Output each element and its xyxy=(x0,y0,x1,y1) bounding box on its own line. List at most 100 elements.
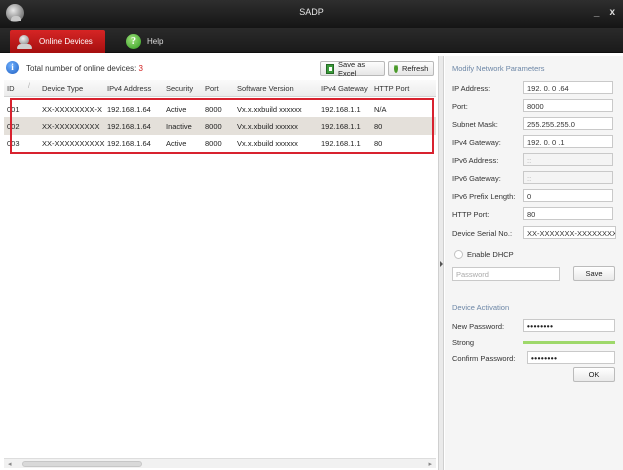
new-password-input[interactable]: •••••••• xyxy=(523,319,615,332)
panel-splitter[interactable] xyxy=(438,56,444,470)
ipv6-prefix-input[interactable]: 0 xyxy=(523,189,613,202)
ip-address-input[interactable]: 192. 0. 0 .64 xyxy=(523,81,613,94)
cell-http-port: 80 xyxy=(374,122,383,131)
refresh-button[interactable]: Refresh xyxy=(388,61,434,76)
column-header-port[interactable]: Port xyxy=(205,84,219,93)
cell-device-type: XX-XXXXXXXX-X xyxy=(42,105,103,114)
serial-number-label: Device Serial No.: xyxy=(452,229,513,238)
column-header-device-type[interactable]: Device Type xyxy=(42,84,83,93)
http-port-label: HTTP Port: xyxy=(452,210,490,219)
confirm-password-value: •••••••• xyxy=(531,354,558,363)
table-row[interactable]: 001 XX-XXXXXXXX-X 192.168.1.64 Active 80… xyxy=(4,100,436,118)
ip-address-label: IP Address: xyxy=(452,84,491,93)
tab-online-devices[interactable]: Online Devices xyxy=(10,30,105,53)
window-controls: _ x xyxy=(594,8,615,18)
http-port-input[interactable]: 80 xyxy=(523,207,613,220)
close-button[interactable]: x xyxy=(609,8,615,18)
device-list-toolbar: i Total number of online devices: 3 Save… xyxy=(4,59,434,78)
refresh-icon xyxy=(394,64,398,73)
cell-ipv4-gateway: 192.168.1.1 xyxy=(321,139,361,148)
help-icon: ? xyxy=(126,34,141,49)
cell-http-port: 80 xyxy=(374,139,383,148)
cell-id: 001 xyxy=(7,105,20,114)
cell-software-version: Vx.x.xbuild xxxxxx xyxy=(237,139,298,148)
column-header-http-port[interactable]: HTTP Port xyxy=(374,84,409,93)
cell-security: Active xyxy=(166,139,187,148)
modify-network-title: Modify Network Parameters xyxy=(452,64,545,73)
password-strength-label: Strong xyxy=(452,338,475,347)
ipv6-prefix-label: IPv6 Prefix Length: xyxy=(452,192,516,201)
cell-ipv4-address: 192.168.1.64 xyxy=(107,105,151,114)
ipv6-gateway-label: IPv6 Gateway: xyxy=(452,174,501,183)
port-input[interactable]: 8000 xyxy=(523,99,613,112)
total-devices-text: Total number of online devices: 3 xyxy=(26,64,143,73)
cell-software-version: Vx.x.xbuild xxxxxx xyxy=(237,122,298,131)
column-header-security[interactable]: Security xyxy=(166,84,193,93)
title-bar: SADP _ x xyxy=(0,0,623,28)
ipv6-address-label: IPv6 Address: xyxy=(452,156,499,165)
column-header-ipv4-address[interactable]: IPv4 Address xyxy=(107,84,151,93)
column-header-software-version[interactable]: Software Version xyxy=(237,84,294,93)
save-excel-label: Save as Excel xyxy=(338,59,366,78)
horizontal-scrollbar[interactable]: ◂ ▸ xyxy=(4,458,436,468)
minimize-button[interactable]: _ xyxy=(594,8,600,18)
cell-device-type: XX-XXXXXXXXXX xyxy=(42,139,105,148)
collapse-arrow-icon[interactable] xyxy=(440,261,443,267)
cell-id: 002 xyxy=(7,122,20,131)
modify-panel: Modify Network Parameters IP Address: 19… xyxy=(445,56,623,470)
tab-label: Help xyxy=(147,37,164,46)
column-header-id[interactable]: ID xyxy=(7,84,15,93)
password-strength-bar xyxy=(523,341,615,344)
excel-icon xyxy=(326,63,335,74)
ipv6-gateway-input[interactable]: :: xyxy=(523,171,613,184)
cell-security: Inactive xyxy=(166,122,192,131)
tab-label: Online Devices xyxy=(39,37,93,46)
total-count: 3 xyxy=(138,64,143,73)
confirm-password-label: Confirm Password: xyxy=(452,354,516,363)
cell-software-version: Vx.x.xxbuild xxxxxx xyxy=(237,105,302,114)
confirm-password-input[interactable]: •••••••• xyxy=(527,351,615,364)
new-password-value: •••••••• xyxy=(527,322,554,331)
ok-button[interactable]: OK xyxy=(573,367,615,382)
cell-port: 8000 xyxy=(205,105,222,114)
scroll-right-icon[interactable]: ▸ xyxy=(428,460,432,468)
column-header-ipv4-gateway[interactable]: IPv4 Gateway xyxy=(321,84,368,93)
refresh-label: Refresh xyxy=(402,64,429,73)
window-title: SADP xyxy=(299,7,324,17)
sort-indicator-icon: / xyxy=(28,83,30,90)
cell-http-port: N/A xyxy=(374,105,387,114)
ipv6-address-input[interactable]: :: xyxy=(523,153,613,166)
sadp-window: SADP _ x Online Devices ? Help i Total n… xyxy=(0,0,623,470)
save-button[interactable]: Save xyxy=(573,266,615,281)
cell-ipv4-gateway: 192.168.1.1 xyxy=(321,122,361,131)
table-header: ID / Device Type IPv4 Address Security P… xyxy=(4,80,436,97)
cell-ipv4-address: 192.168.1.64 xyxy=(107,122,151,131)
enable-dhcp-label: Enable DHCP xyxy=(467,250,514,259)
serial-number-input: XX-XXXXXXX-XXXXXXXX xyxy=(523,226,616,239)
tab-bar: Online Devices ? Help xyxy=(0,28,623,53)
save-as-excel-button[interactable]: Save as Excel xyxy=(320,59,385,78)
cell-ipv4-address: 192.168.1.64 xyxy=(107,139,151,148)
device-activation-title: Device Activation xyxy=(452,303,510,312)
password-input[interactable]: Password xyxy=(452,267,560,281)
info-icon: i xyxy=(6,61,19,74)
cell-port: 8000 xyxy=(205,122,222,131)
cell-ipv4-gateway: 192.168.1.1 xyxy=(321,105,361,114)
ipv4-gateway-label: IPv4 Gateway: xyxy=(452,138,501,147)
scrollbar-thumb[interactable] xyxy=(22,461,142,467)
new-password-label: New Password: xyxy=(452,322,505,331)
cell-port: 8000 xyxy=(205,139,222,148)
ipv4-gateway-input[interactable]: 192. 0. 0 .1 xyxy=(523,135,613,148)
tab-help[interactable]: ? Help xyxy=(120,30,180,53)
cell-security: Active xyxy=(166,105,187,114)
enable-dhcp-checkbox[interactable] xyxy=(454,250,463,259)
subnet-mask-input[interactable]: 255.255.255.0 xyxy=(523,117,613,130)
cell-id: 003 xyxy=(7,139,20,148)
subnet-mask-label: Subnet Mask: xyxy=(452,120,498,129)
total-label: Total number of online devices: xyxy=(26,64,137,73)
devices-icon xyxy=(16,34,33,49)
scroll-left-icon[interactable]: ◂ xyxy=(8,460,12,468)
table-row[interactable]: 003 XX-XXXXXXXXXX 192.168.1.64 Active 80… xyxy=(4,134,436,152)
table-row[interactable]: 002 XX-XXXXXXXXX 192.168.1.64 Inactive 8… xyxy=(4,117,436,135)
cell-device-type: XX-XXXXXXXXX xyxy=(42,122,100,131)
